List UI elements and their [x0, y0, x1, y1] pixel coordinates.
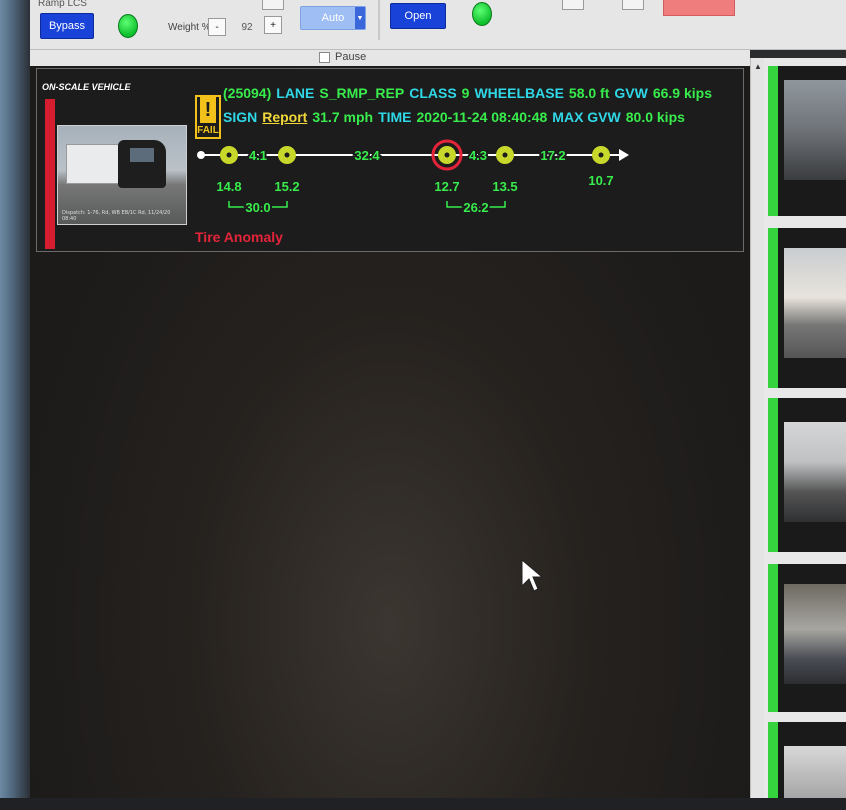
axle-center — [226, 152, 232, 158]
spacing-3: 4.3 — [469, 148, 487, 163]
recent-vehicles-list — [764, 58, 846, 810]
vehicle-info-line-2: SIGN Report 31.7 mph TIME 2020-11-24 08:40:4… — [223, 109, 690, 125]
spacing-4: 17.2 — [540, 148, 565, 163]
time-label: TIME — [378, 109, 412, 125]
bypass-button[interactable]: Bypass — [40, 13, 94, 39]
recent-vehicle-card[interactable] — [768, 228, 846, 388]
auto-mode-label: Auto — [321, 12, 345, 24]
fail-indicator: ! FAIL — [195, 95, 221, 139]
chevron-down-icon[interactable]: ▼ — [355, 7, 365, 29]
photo-caption: Dispatch: 1-76, Rd, WB EB/1C Rd, 11/24/2… — [62, 210, 171, 222]
vehicle-id: (25094) — [223, 85, 272, 101]
lane-label: LANE — [276, 85, 315, 101]
recent-vehicle-card[interactable] — [768, 66, 846, 216]
alert-button[interactable] — [663, 0, 735, 16]
pause-label: Pause — [335, 51, 367, 63]
recent-vehicle-photo — [784, 80, 846, 180]
weight-percent-label: Weight % — [168, 22, 211, 33]
warning-icon: ! — [200, 97, 216, 123]
lane-value: S_RMP_REP — [319, 85, 405, 101]
axle-weight-3: 12.7 — [434, 179, 459, 194]
ramp-lcs-label: Ramp LCS — [38, 0, 87, 9]
max-gvw-label: MAX GVW — [552, 109, 621, 125]
axle-weight-2: 15.2 — [274, 179, 299, 194]
axle-center — [502, 152, 508, 158]
direction-arrow-icon — [619, 149, 629, 161]
recent-vehicle-card[interactable] — [768, 398, 846, 552]
mouse-pointer-icon — [521, 558, 542, 592]
weight-decrease-button[interactable]: - — [208, 18, 226, 36]
truck-window — [130, 148, 154, 162]
collapsed-control — [262, 0, 284, 10]
axle-2 — [278, 146, 296, 164]
group-weight-2: 26.2 — [463, 200, 488, 215]
on-scale-vehicle-panel: ON-SCALE VEHICLE Dispatch: 1-76, Rd, WB … — [36, 68, 744, 252]
axle-4 — [496, 146, 514, 164]
spacing-1: 4.1 — [249, 148, 267, 163]
axle-center — [598, 152, 604, 158]
vertical-scrollbar[interactable]: ▲ — [750, 58, 764, 810]
monitor-bezel — [0, 0, 30, 810]
collapsed-control — [562, 0, 584, 10]
gvw-label: GVW — [614, 85, 648, 101]
vehicle-info-line-1: (25094) LANE S_RMP_REP CLASS 9 WHEELBASE 58.0 … — [223, 85, 717, 101]
axle-weight-1: 14.8 — [216, 179, 241, 194]
axle-weight-5: 10.7 — [588, 173, 613, 188]
recent-vehicle-photo — [784, 584, 846, 684]
auto-mode-button[interactable]: Auto ▼ — [300, 6, 366, 30]
axle-line-start — [197, 151, 205, 159]
panel-title: ON-SCALE VEHICLE — [42, 82, 134, 92]
axle-center — [444, 152, 450, 158]
gvw-value: 66.9 kips — [652, 85, 712, 101]
max-gvw-value: 80.0 kips — [625, 109, 685, 125]
pause-row: Pause — [30, 50, 750, 66]
group-weight-1: 30.0 — [245, 200, 270, 215]
wheelbase-value: 58.0 ft — [568, 85, 610, 101]
axle-diagram: 4.1 32.4 4.3 17.2 14.8 15.2 12.7 13.5 10… — [197, 139, 629, 217]
scroll-up-icon[interactable]: ▲ — [754, 62, 762, 71]
ramp-status-led — [118, 14, 138, 38]
collapsed-control — [622, 0, 644, 10]
main-panel: ON-SCALE VEHICLE Dispatch: 1-76, Rd, WB … — [30, 66, 750, 810]
sign-label: SIGN — [223, 109, 258, 125]
open-status-led — [472, 2, 492, 26]
time-value: 2020-11-24 08:40:48 — [416, 109, 548, 125]
axle-1 — [220, 146, 238, 164]
spacing-2: 32.4 — [354, 148, 380, 163]
axle-center — [284, 152, 290, 158]
tire-anomaly-alert: Tire Anomaly — [195, 229, 283, 245]
class-value: 9 — [461, 85, 470, 101]
axle-5 — [592, 146, 610, 164]
top-control-bar: Ramp LCS Bypass Weight % - 92 + Auto ▼ O… — [30, 0, 846, 50]
weight-increase-button[interactable]: + — [264, 16, 282, 34]
speed-value: 31.7 mph — [312, 109, 374, 125]
recent-vehicle-photo — [784, 248, 846, 358]
pause-checkbox[interactable] — [319, 52, 330, 63]
weight-value-field[interactable]: 92 — [232, 18, 262, 36]
class-label: CLASS — [409, 85, 457, 101]
report-link[interactable]: Report — [262, 109, 307, 125]
toolbar-divider — [378, 0, 380, 40]
recent-vehicle-card[interactable] — [768, 722, 846, 810]
wheelbase-label: WHEELBASE — [474, 85, 564, 101]
monitor-bezel-bottom — [0, 798, 846, 810]
recent-vehicle-photo — [784, 422, 846, 522]
open-button[interactable]: Open — [390, 3, 446, 29]
vehicle-photo[interactable]: Dispatch: 1-76, Rd, WB EB/1C Rd, 11/24/2… — [57, 125, 187, 225]
recent-vehicle-card[interactable] — [768, 564, 846, 712]
alert-strip — [45, 99, 55, 249]
axle-weight-4: 13.5 — [492, 179, 517, 194]
